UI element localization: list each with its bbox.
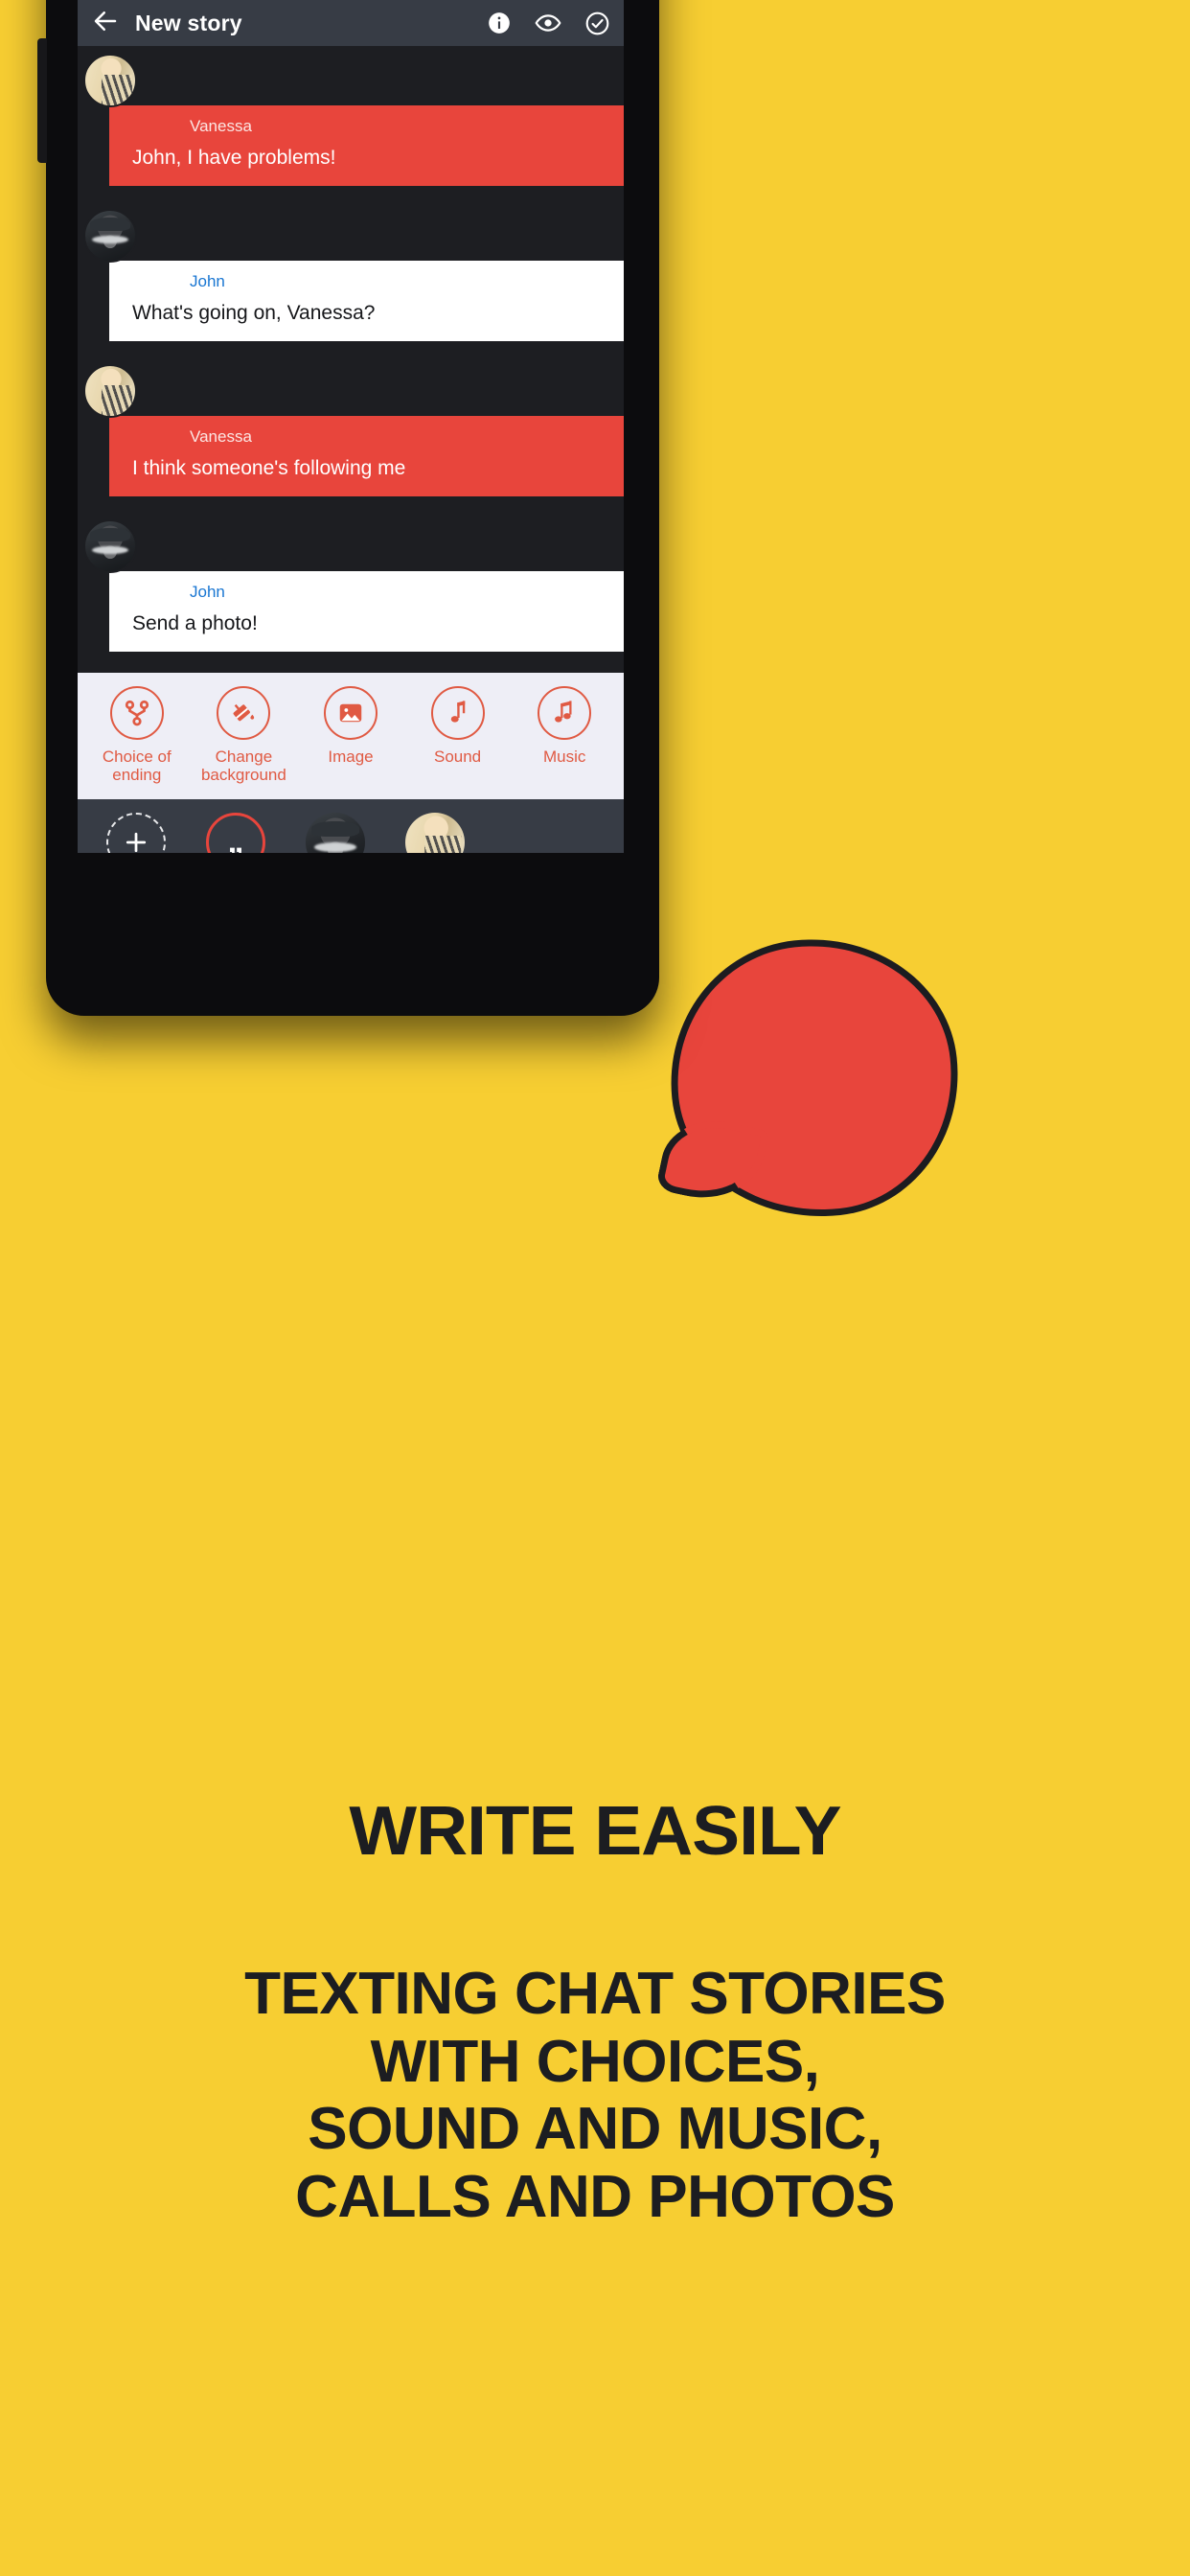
- table-row: John Send a photo!: [78, 518, 624, 652]
- music-note-icon: [430, 686, 485, 740]
- message-sender: Vanessa: [190, 427, 252, 446]
- message-text: John, I have problems!: [132, 147, 336, 169]
- chat-message-list: Vanessa John, I have problems! John What…: [78, 46, 624, 652]
- promo-copy: WRITE EASILY TEXTING CHAT STORIES WITH C…: [0, 1792, 1190, 2232]
- tool-label: Image: [328, 748, 374, 766]
- tool-label: Sound: [433, 748, 482, 766]
- character-author[interactable]: „ Author: [198, 813, 273, 853]
- avatar[interactable]: [83, 54, 137, 107]
- tool-label: Choice of ending: [102, 748, 172, 785]
- eye-icon[interactable]: [535, 10, 561, 36]
- table-row: Vanessa I think someone's following me: [78, 362, 624, 496]
- quote-glyph: „: [227, 823, 244, 853]
- message-sender: Vanessa: [190, 117, 252, 135]
- page-title: New story: [135, 10, 242, 35]
- promo-subhead-line: TEXTING CHAT STORIES: [244, 1961, 946, 2027]
- avatar: [306, 813, 365, 853]
- tool-choice-of-ending[interactable]: Choice of ending: [88, 686, 186, 784]
- branch-icon: [109, 686, 164, 740]
- message-text: I think someone's following me: [132, 457, 406, 479]
- avatar[interactable]: [83, 364, 137, 418]
- chat-bubble[interactable]: John Send a photo!: [109, 571, 624, 652]
- chat-bubble[interactable]: Vanessa John, I have problems!: [109, 105, 624, 186]
- character-new[interactable]: New: [99, 813, 173, 853]
- phone-side-button: [37, 38, 47, 163]
- table-row: Vanessa John, I have problems!: [78, 52, 624, 186]
- tool-strip: Choice of ending Change background Image…: [78, 673, 624, 800]
- promo-subhead: TEXTING CHAT STORIES WITH CHOICES, SOUND…: [0, 1961, 1190, 2232]
- tool-sound[interactable]: Sound: [409, 686, 507, 766]
- character-john[interactable]: John: [298, 813, 373, 853]
- check-circle-icon[interactable]: [584, 11, 610, 36]
- phone-screen: New story Vanessa John, I have problems!…: [78, 0, 624, 853]
- table-row: John What's going on, Vanessa?: [78, 207, 624, 341]
- paint-bucket-icon: [217, 686, 271, 740]
- avatar[interactable]: [83, 519, 137, 573]
- image-icon: [323, 686, 378, 740]
- message-sender: John: [190, 272, 225, 290]
- tool-label: Change background: [200, 748, 286, 785]
- message-text: Send a photo!: [132, 612, 258, 634]
- promo-subhead-line: WITH CHOICES,: [370, 2028, 820, 2095]
- message-sender: John: [190, 583, 225, 601]
- tool-music[interactable]: Music: [515, 686, 613, 766]
- message-text: What's going on, Vanessa?: [132, 302, 376, 324]
- tool-image[interactable]: Image: [302, 686, 400, 766]
- tool-change-background[interactable]: Change background: [195, 686, 292, 784]
- double-music-note-icon: [538, 686, 592, 740]
- app-bar: New story: [78, 0, 624, 46]
- phone-mockup: New story Vanessa John, I have problems!…: [37, 0, 659, 1016]
- arrow-back-icon[interactable]: [91, 7, 120, 40]
- info-icon[interactable]: [487, 11, 512, 35]
- chat-bubble[interactable]: John What's going on, Vanessa?: [109, 261, 624, 341]
- avatar[interactable]: [83, 209, 137, 263]
- page-title: WRITE EASILY: [349, 1793, 841, 1870]
- character-vanessa[interactable]: Vanessa: [398, 813, 472, 853]
- promo-subhead-line: CALLS AND PHOTOS: [295, 2164, 895, 2231]
- character-strip: New „ Author John Vanessa: [78, 799, 624, 853]
- promo-subhead-line: SOUND AND MUSIC,: [308, 2096, 882, 2163]
- plus-icon: [106, 813, 166, 853]
- chat-bubble[interactable]: Vanessa I think someone's following me: [109, 416, 624, 496]
- tool-label: Music: [542, 748, 586, 766]
- quote-icon: „: [206, 813, 265, 853]
- avatar: [405, 813, 465, 853]
